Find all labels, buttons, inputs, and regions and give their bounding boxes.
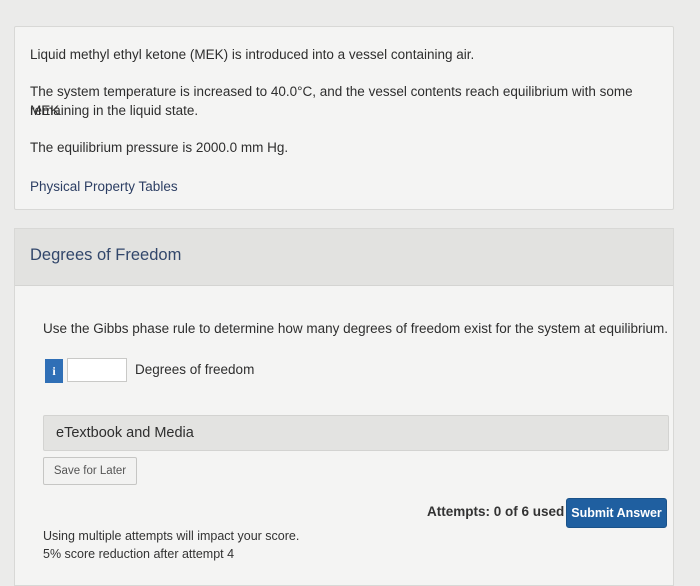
etextbook-label: eTextbook and Media: [56, 425, 194, 441]
score-reduction-note: 5% score reduction after attempt 4: [43, 547, 235, 561]
question-text: Use the Gibbs phase rule to determine ho…: [43, 321, 669, 336]
section-title: Degrees of Freedom: [30, 246, 182, 264]
save-for-later-button[interactable]: Save for Later: [43, 457, 137, 485]
problem-statement-line: Liquid methyl ethyl ketone (MEK) is intr…: [30, 47, 475, 62]
section-header: Degrees of Freedom: [15, 229, 673, 286]
problem-card: Liquid methyl ethyl ketone (MEK) is intr…: [14, 26, 674, 210]
problem-statement-line: remaining in the liquid state.: [30, 103, 199, 118]
problem-statement-line: The equilibrium pressure is 2000.0 mm Hg…: [30, 140, 289, 155]
attempts-note: Using multiple attempts will impact your…: [43, 529, 300, 543]
etextbook-media-toggle[interactable]: eTextbook and Media: [43, 415, 669, 451]
attempts-counter: Attempts: 0 of 6 used: [427, 504, 565, 519]
physical-property-tables-link[interactable]: Physical Property Tables: [30, 177, 653, 196]
degrees-of-freedom-input[interactable]: [67, 358, 127, 382]
submit-answer-button[interactable]: Submit Answer: [566, 498, 667, 528]
answer-label: Degrees of freedom: [135, 362, 255, 377]
info-icon[interactable]: i: [45, 359, 63, 383]
degrees-of-freedom-section: Degrees of Freedom Use the Gibbs phase r…: [14, 228, 674, 586]
